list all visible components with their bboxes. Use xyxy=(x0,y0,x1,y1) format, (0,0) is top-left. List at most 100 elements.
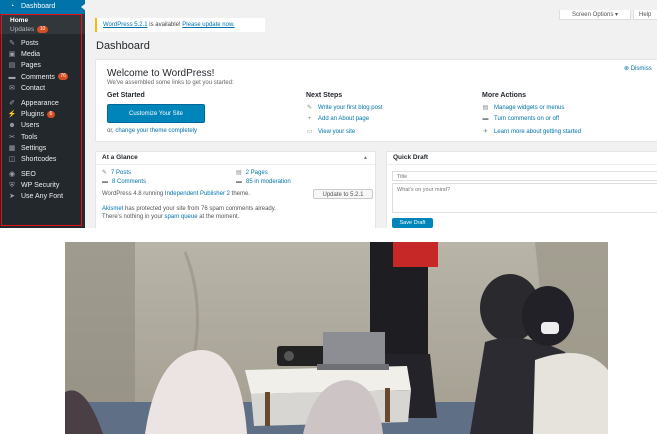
widget-title: Quick Draft xyxy=(393,154,429,161)
spam-queue-line: There's nothing in your spam queue at th… xyxy=(102,214,239,220)
comments-badge: 76 xyxy=(57,73,69,81)
dismiss-icon: ⊗ xyxy=(624,66,630,72)
moderation-count: 85 in moderation xyxy=(246,179,291,185)
sidebar-subitem-updates[interactable]: Updates 10 xyxy=(0,25,85,34)
plugins-badge: 6 xyxy=(46,110,55,118)
update-now-link[interactable]: Please update now. xyxy=(182,22,234,28)
help-tab[interactable]: Help xyxy=(633,10,657,20)
workshop-photo-drawing xyxy=(65,242,608,434)
sidebar-subitem-label: Home xyxy=(10,17,29,24)
wordpress-admin-screenshot: ◔ Dashboard Home Updates 10 ✎ Posts ▣ Media… xyxy=(0,0,657,228)
sidebar-item-contact[interactable]: ✉ Contact xyxy=(0,83,85,94)
welcome-subtitle: We've assembled some links to get you st… xyxy=(107,80,234,86)
step-label: Turn comments on or off xyxy=(494,116,560,122)
wordpress-version-link[interactable]: WordPress 5.2.1 xyxy=(103,22,148,28)
settings-icon: ▦ xyxy=(8,144,16,152)
sidebar-item-dashboard[interactable]: ◔ Dashboard xyxy=(0,0,86,14)
sidebar-item-posts[interactable]: ✎ Posts xyxy=(0,38,85,49)
akismet-link[interactable]: Akismet xyxy=(102,206,123,212)
update-notice: WordPress 5.2.1 is available! Please upd… xyxy=(95,18,265,32)
write-post-link[interactable]: ✎ Write your first blog post xyxy=(306,104,383,111)
workshop-photo xyxy=(65,242,608,434)
shortcodes-icon: ◫ xyxy=(8,155,16,163)
sidebar-item-tools[interactable]: ✂ Tools xyxy=(0,132,85,143)
theme-suffix: theme. xyxy=(229,191,250,197)
pin-icon: ✎ xyxy=(102,170,108,176)
draft-content-textarea[interactable]: What's on your mind? xyxy=(392,183,657,213)
view-site-icon: ▭ xyxy=(306,129,313,135)
posts-count-link[interactable]: ✎ 7 Posts xyxy=(102,169,131,176)
step-label: Write your first blog post xyxy=(318,105,383,111)
comments-off-icon: ▬ xyxy=(482,116,489,122)
sidebar-item-label: Users xyxy=(21,122,40,130)
change-theme-link[interactable]: change your theme completely xyxy=(115,128,197,134)
sidebar-item-plugins[interactable]: ⚡ Plugins 6 xyxy=(0,109,85,120)
laptop-base xyxy=(317,364,389,370)
font-icon: ➤ xyxy=(9,193,15,201)
manage-widgets-link[interactable]: ▤ Manage widgets or menus xyxy=(482,104,565,111)
draft-title-input[interactable]: Title xyxy=(392,171,657,181)
sidebar-item-use-any-font[interactable]: ➤ Use Any Font xyxy=(0,191,85,202)
dismiss-label: Dismiss xyxy=(630,66,652,72)
screen-options-tab[interactable]: Screen Options ▾ xyxy=(559,10,631,20)
updates-badge: 10 xyxy=(37,25,48,33)
sidebar-item-pages[interactable]: ▤ Pages xyxy=(0,60,85,71)
add-about-page-link[interactable]: + Add an About page xyxy=(306,116,369,122)
sidebar-item-users[interactable]: ☻ Users xyxy=(0,120,85,131)
customize-site-button[interactable]: Customize Your Site xyxy=(107,104,205,123)
learn-more-link[interactable]: ✈ Learn more about getting started xyxy=(482,128,581,135)
dismiss-link[interactable]: ⊗ Dismiss xyxy=(624,65,652,72)
notice-text: is available! xyxy=(147,22,183,28)
toggle-comments-link[interactable]: ▬ Turn comments on or off xyxy=(482,116,560,122)
theme-link[interactable]: Independent Publisher 2 xyxy=(165,191,230,197)
widgets-icon: ▤ xyxy=(482,105,489,111)
sidebar-item-comments[interactable]: ▬ Comments 76 xyxy=(0,72,85,83)
projector-lens xyxy=(284,351,294,361)
pages-count-link[interactable]: ▤ 2 Pages xyxy=(236,169,268,176)
media-icon: ▣ xyxy=(8,51,16,59)
running-text: WordPress 4.8 running xyxy=(102,191,165,197)
sidebar-item-wp-security[interactable]: ⛨ WP Security xyxy=(0,180,85,191)
users-icon: ☻ xyxy=(8,122,16,130)
save-draft-button[interactable]: Save Draft xyxy=(392,218,433,228)
table-leg xyxy=(265,392,270,426)
update-wordpress-button[interactable]: Update to 5.2.1 xyxy=(313,189,373,199)
pin-icon: ✎ xyxy=(9,40,15,47)
sidebar-item-appearance[interactable]: ✐ Appearance xyxy=(0,98,85,109)
comments-count: 8 Comments xyxy=(112,179,147,185)
page-title: Dashboard xyxy=(96,40,150,52)
moderation-count-link[interactable]: ▬ 85 in moderation xyxy=(236,179,291,185)
spam-queue-link[interactable]: spam queue xyxy=(165,214,198,220)
next-steps-heading: Next Steps xyxy=(306,92,343,99)
sidebar-item-label: Contact xyxy=(21,84,46,92)
sidebar-subitem-home[interactable]: Home xyxy=(0,14,85,25)
sidebar-item-label: Tools xyxy=(21,133,38,141)
brush-icon: ✐ xyxy=(9,99,15,107)
comments-count-link[interactable]: ▬ 8 Comments xyxy=(102,179,146,185)
welcome-panel: Welcome to WordPress! We've assembled so… xyxy=(95,59,657,142)
red-cap xyxy=(393,242,438,267)
sidebar-item-label: WP Security xyxy=(21,182,60,190)
shield-icon: ⛨ xyxy=(9,182,15,190)
comments-icon: ▬ xyxy=(102,179,108,185)
sidebar-item-media[interactable]: ▣ Media xyxy=(0,49,85,60)
seated-woman-2-head xyxy=(522,286,574,346)
sidebar-item-label: Appearance xyxy=(21,99,59,107)
collapse-toggle-icon[interactable]: ▲ xyxy=(363,152,368,164)
widget-title: At a Glance xyxy=(102,154,138,161)
dashboard-icon: ◔ xyxy=(9,3,15,10)
quick-draft-header[interactable]: Quick Draft xyxy=(387,152,657,165)
view-site-link[interactable]: ▭ View your site xyxy=(306,128,356,135)
sidebar-item-settings[interactable]: ▦ Settings xyxy=(0,143,85,154)
spam-post: at the moment. xyxy=(197,214,240,220)
sidebar-item-shortcodes[interactable]: ◫ Shortcodes xyxy=(0,154,85,165)
laptop-screen xyxy=(323,332,385,366)
white-hijab-person xyxy=(533,352,608,434)
at-a-glance-header[interactable]: At a Glance ▲ xyxy=(96,152,375,165)
posts-count: 7 Posts xyxy=(111,170,132,176)
step-label: Manage widgets or menus xyxy=(494,105,565,111)
learn-icon: ✈ xyxy=(482,129,489,135)
sidebar-item-seo[interactable]: ◉ SEO xyxy=(0,169,85,180)
pages-icon: ▤ xyxy=(8,62,16,70)
pages-count: 2 Pages xyxy=(245,170,268,176)
